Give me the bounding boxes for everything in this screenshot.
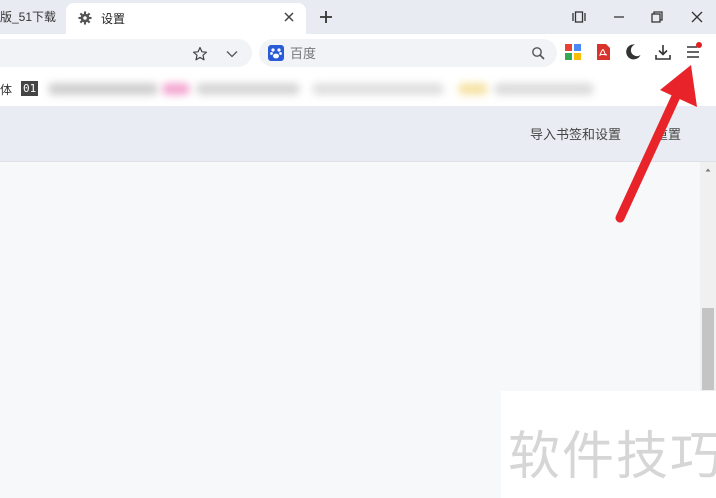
bookmark-item-label[interactable]: 体 bbox=[0, 81, 12, 98]
chevron-down-icon[interactable] bbox=[225, 47, 239, 61]
blurred-bookmark bbox=[196, 83, 300, 95]
reset-link[interactable]: 重置 bbox=[655, 124, 681, 143]
tab-download[interactable]: 版_51下载 bbox=[0, 0, 66, 34]
window-close-icon[interactable] bbox=[689, 9, 705, 25]
baidu-paw-icon bbox=[268, 45, 284, 61]
search-icon[interactable] bbox=[531, 46, 545, 60]
blurred-bookmark bbox=[494, 83, 594, 95]
apps-icon[interactable] bbox=[564, 43, 582, 61]
gear-icon bbox=[78, 11, 92, 25]
notification-dot bbox=[696, 42, 702, 48]
bookmarks-bar: 体 01 » bbox=[0, 72, 716, 106]
import-bookmarks-link[interactable]: 导入书签和设置 bbox=[530, 124, 621, 143]
search-input[interactable] bbox=[290, 44, 520, 62]
tab-download-label: 版_51下载 bbox=[0, 10, 57, 24]
address-bar[interactable] bbox=[0, 39, 252, 67]
settings-header: 导入书签和设置 重置 bbox=[0, 106, 716, 162]
moon-icon[interactable] bbox=[624, 43, 642, 61]
tab-settings-label: 设置 bbox=[101, 12, 126, 26]
blurred-bookmark bbox=[312, 83, 444, 95]
pdf-icon[interactable] bbox=[594, 43, 612, 61]
bookmark-item-box[interactable]: 01 bbox=[21, 81, 39, 96]
blurred-bookmark bbox=[48, 83, 158, 95]
bookmarks-overflow-icon[interactable]: » bbox=[686, 81, 693, 95]
tab-strip: 版_51下载 设置 bbox=[0, 0, 716, 34]
watermark-text: 软件技巧 bbox=[508, 427, 716, 487]
minimize-icon[interactable] bbox=[611, 9, 627, 25]
restore-icon[interactable] bbox=[649, 9, 665, 25]
blurred-bookmark bbox=[162, 83, 190, 95]
download-icon[interactable] bbox=[654, 43, 672, 61]
browser-window: 版_51下载 设置 百度 体 01 » 导入书签和设置 重置 软件技巧 bbox=[0, 0, 716, 498]
tab-strip-icon[interactable] bbox=[571, 9, 587, 25]
scrollbar-thumb[interactable] bbox=[702, 308, 714, 390]
tab-settings[interactable]: 设置 bbox=[66, 3, 306, 34]
star-icon[interactable] bbox=[192, 46, 208, 62]
close-icon[interactable] bbox=[283, 11, 295, 23]
scroll-up-icon[interactable] bbox=[705, 167, 711, 173]
plus-icon[interactable] bbox=[318, 9, 334, 25]
blurred-bookmark bbox=[458, 83, 488, 95]
search-box[interactable] bbox=[259, 39, 557, 67]
